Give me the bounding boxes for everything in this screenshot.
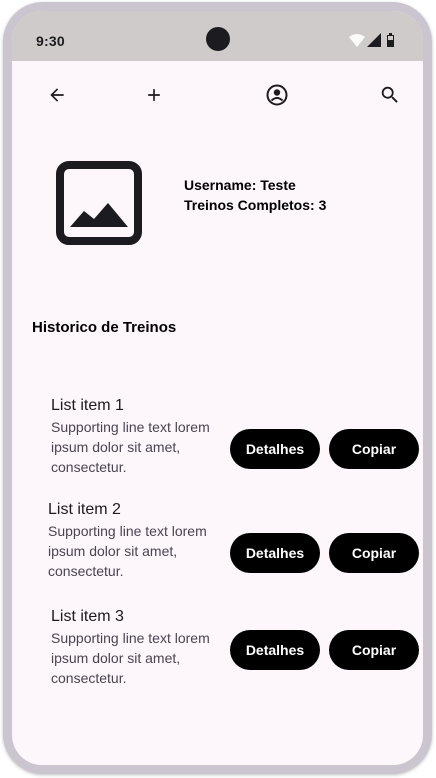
details-button[interactable]: Detalhes bbox=[230, 533, 320, 573]
signal-icon bbox=[367, 33, 381, 47]
history-title: Historico de Treinos bbox=[32, 319, 177, 336]
add-icon bbox=[148, 89, 160, 101]
list-item: List item 2 Supporting line text lorem i… bbox=[12, 501, 423, 591]
list-item-headline: List item 1 bbox=[51, 397, 124, 414]
completed-workouts-label: Treinos Completos: 3 bbox=[184, 197, 327, 213]
profile-info: Username: Teste Treinos Completos: 3 bbox=[184, 175, 326, 215]
status-time: 9:30 bbox=[36, 33, 65, 49]
arrow-back-icon bbox=[50, 88, 64, 102]
phone-frame: 9:30 Username: Teste Treinos Completos: … bbox=[3, 2, 432, 774]
list-item-headline: List item 3 bbox=[51, 608, 124, 625]
status-icons bbox=[347, 33, 403, 49]
list-item-headline: List item 2 bbox=[48, 501, 121, 518]
profile-section: Username: Teste Treinos Completos: 3 bbox=[12, 151, 423, 261]
add-button[interactable] bbox=[136, 77, 172, 113]
details-button[interactable]: Detalhes bbox=[230, 429, 320, 469]
list-item-support: Supporting line text lorem ipsum dolor s… bbox=[51, 419, 210, 475]
list-item-support: Supporting line text lorem ipsum dolor s… bbox=[51, 630, 210, 686]
camera-cutout bbox=[206, 27, 230, 51]
account-circle-icon bbox=[266, 84, 288, 106]
account-button[interactable] bbox=[259, 77, 295, 113]
back-button[interactable] bbox=[39, 77, 75, 113]
wifi-icon bbox=[349, 34, 365, 47]
details-button[interactable]: Detalhes bbox=[230, 630, 320, 670]
battery-icon bbox=[387, 33, 394, 47]
username-label: Username: Teste bbox=[184, 177, 296, 193]
status-bar: 9:30 bbox=[12, 11, 423, 61]
list-item: List item 1 Supporting line text lorem i… bbox=[12, 397, 423, 487]
copy-button[interactable]: Copiar bbox=[329, 429, 419, 469]
search-button[interactable] bbox=[372, 77, 408, 113]
list-item: List item 3 Supporting line text lorem i… bbox=[12, 608, 423, 698]
top-toolbar bbox=[12, 77, 423, 113]
copy-button[interactable]: Copiar bbox=[329, 533, 419, 573]
app-screen: 9:30 Username: Teste Treinos Completos: … bbox=[12, 11, 423, 765]
search-icon bbox=[381, 86, 398, 103]
list-item-support: Supporting line text lorem ipsum dolor s… bbox=[48, 523, 207, 579]
copy-button[interactable]: Copiar bbox=[329, 630, 419, 670]
image-placeholder-icon bbox=[56, 161, 142, 245]
